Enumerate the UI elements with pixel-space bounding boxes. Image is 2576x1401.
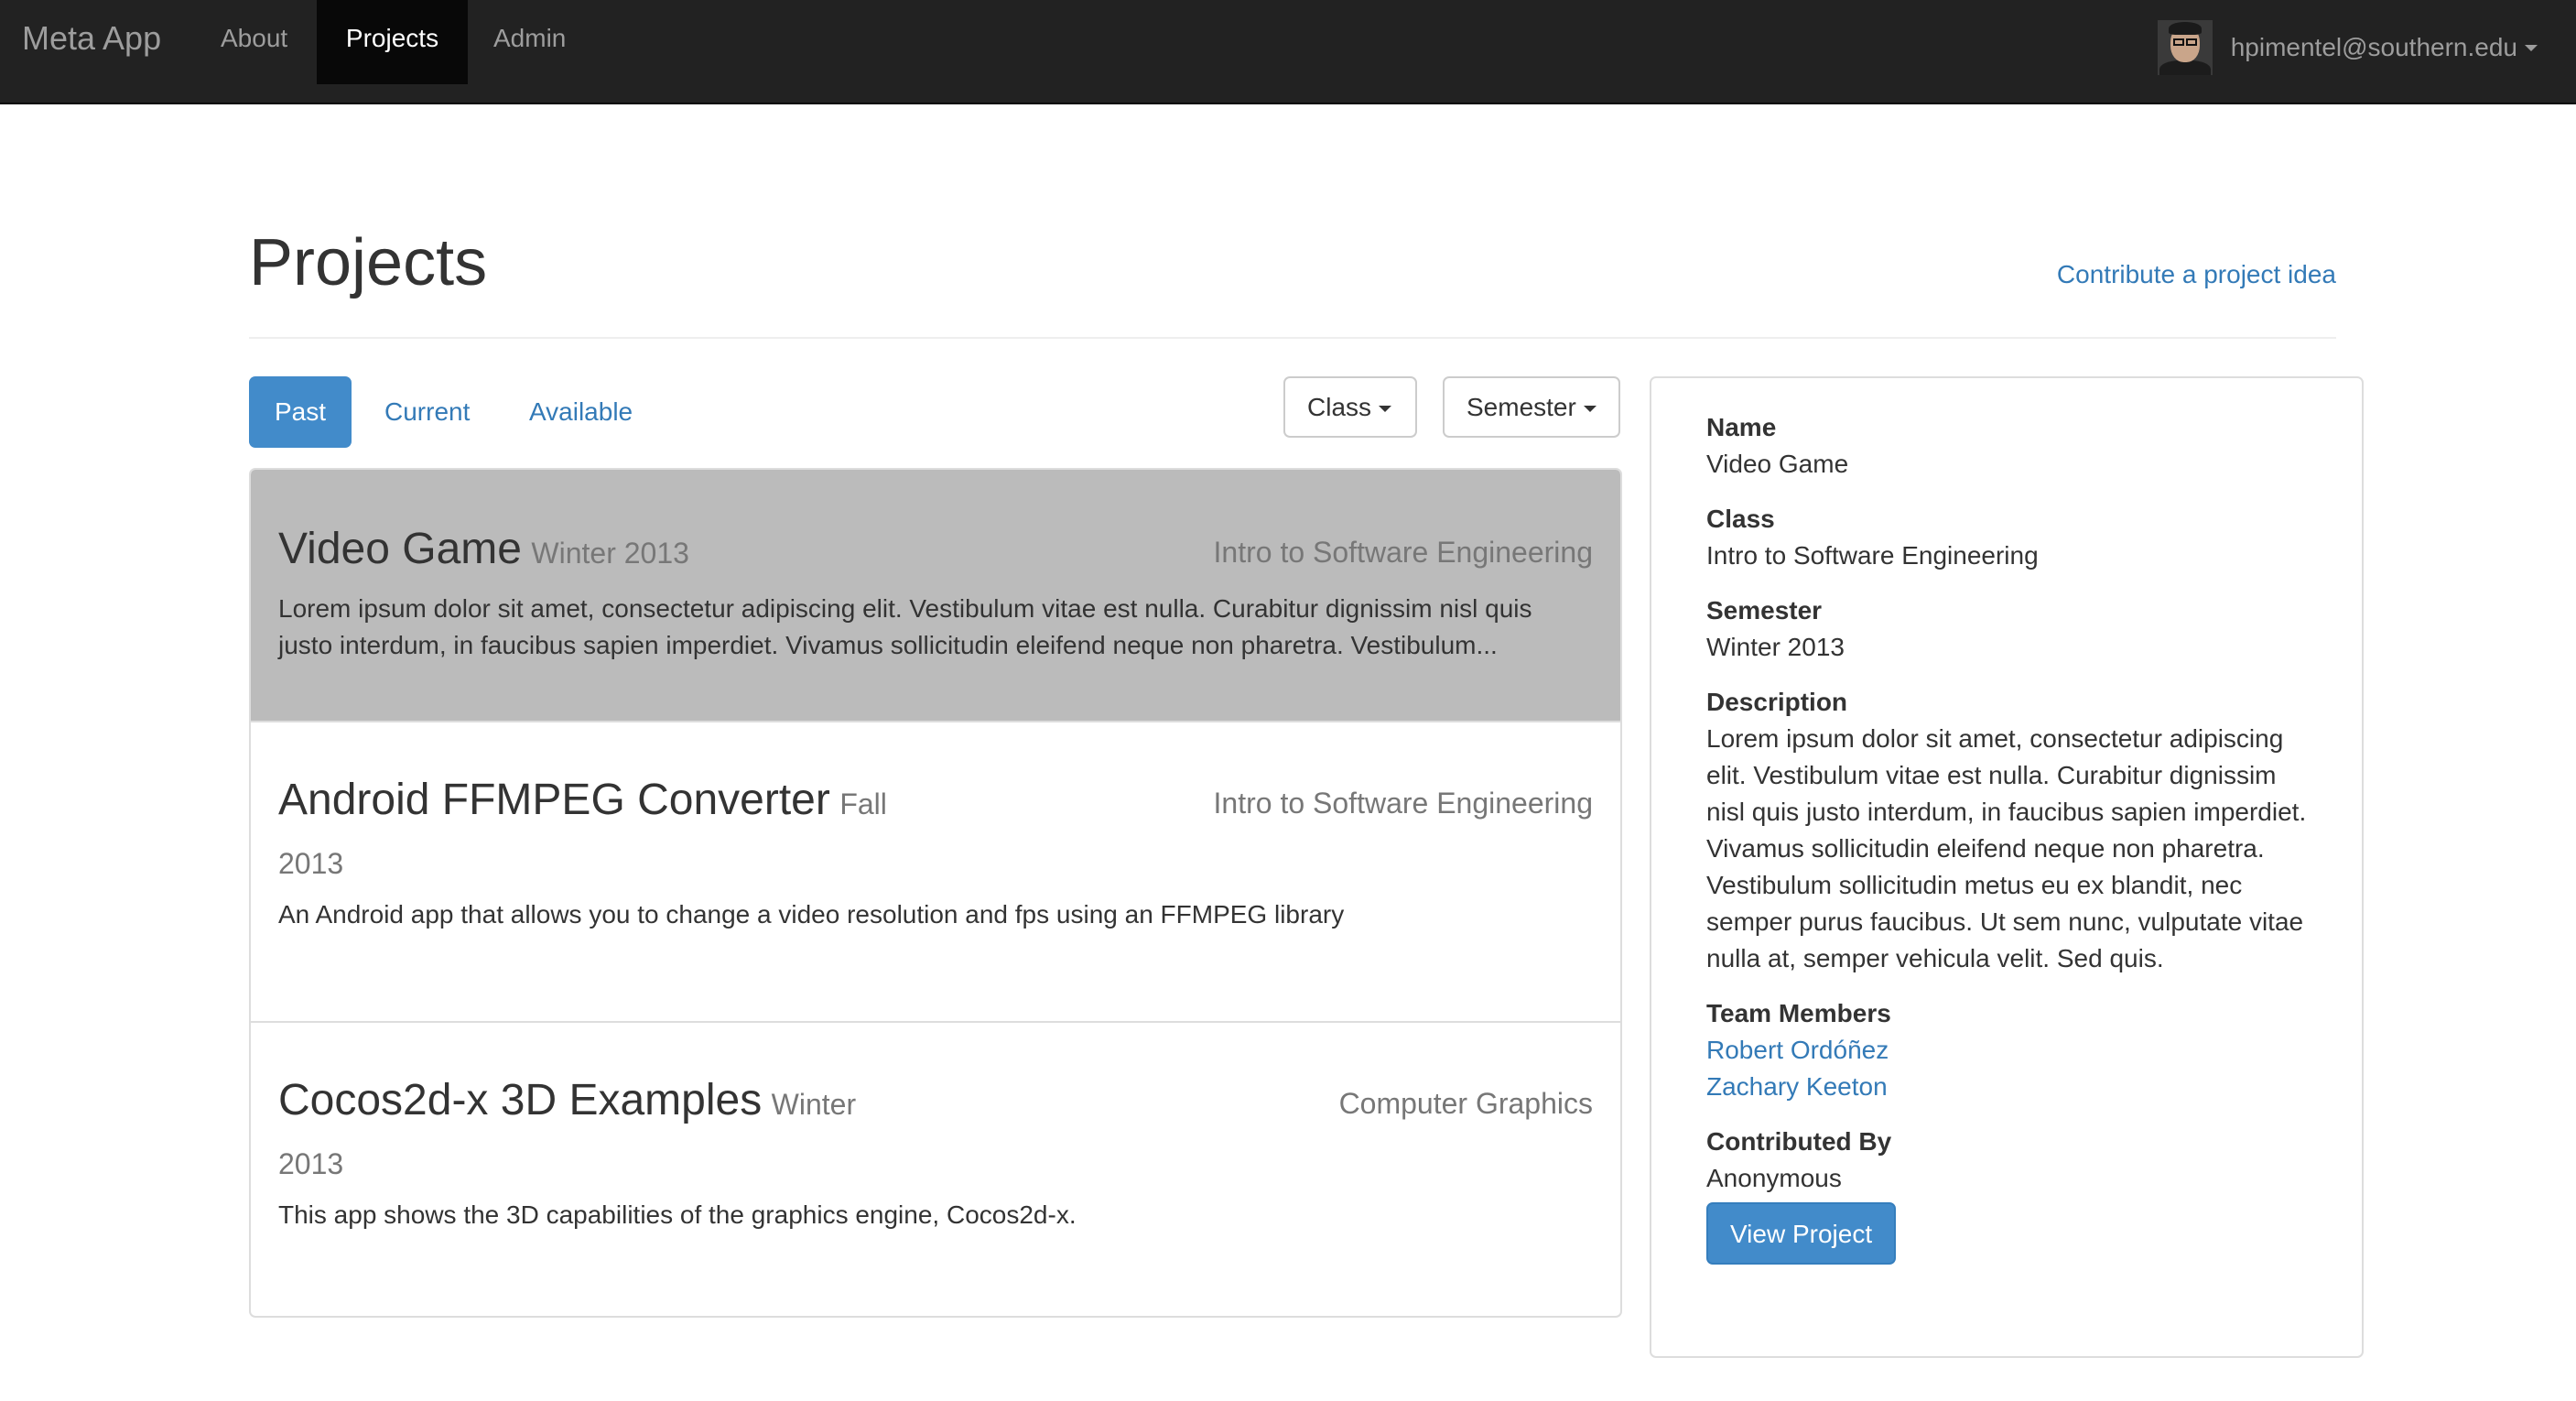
detail-semester-value: Winter 2013 [1706,633,1845,661]
nav-admin[interactable]: Admin [466,0,593,84]
top-navbar: Meta App About Projects Admin hpimentel@… [0,0,2576,104]
detail-description-value: Lorem ipsum dolor sit amet, consectetur … [1706,724,2307,972]
team-members-list: Robert Ordóñez Zachary Keeton [1706,1032,2329,1105]
class-filter-dropdown[interactable]: Class [1283,376,1417,438]
list-item[interactable]: Cocos2d-x 3D Examples Winter 2013 Comput… [251,1021,1620,1316]
class-filter-label: Class [1307,393,1372,421]
list-item[interactable]: Android FFMPEG Converter Fall 2013 Intro… [251,721,1620,1021]
brand-logo[interactable]: Meta App [22,0,161,84]
project-description: An Android app that allows you to change… [278,900,1345,929]
detail-name-label: Name [1706,413,1777,441]
project-class: Computer Graphics [1338,1087,1593,1120]
team-member-link[interactable]: Zachary Keeton [1706,1069,2329,1105]
nav-projects[interactable]: Projects [317,0,468,84]
detail-team-label: Team Members [1706,999,1891,1027]
detail-contributed-label: Contributed By [1706,1127,1892,1156]
project-semester: Winter 2013 [531,537,689,570]
chevron-down-icon [1583,406,1596,413]
tab-current[interactable]: Current [359,376,495,448]
detail-semester-label: Semester [1706,596,1823,624]
project-class: Intro to Software Engineering [1213,787,1593,820]
project-name: Android FFMPEG Converter [278,776,830,824]
detail-class-value: Intro to Software Engineering [1706,541,2039,570]
detail-contributed-value: Anonymous [1706,1164,1842,1192]
page-title: Projects [249,226,488,299]
detail-description-label: Description [1706,688,1848,716]
list-item[interactable]: Video Game Winter 2013 Intro to Software… [251,470,1620,721]
chevron-down-icon [2525,44,2538,51]
contribute-idea-link[interactable]: Contribute a project idea [2057,260,2336,289]
semester-filter-dropdown[interactable]: Semester [1443,376,1620,438]
detail-class-label: Class [1706,505,1775,533]
project-semester-year: 2013 [278,847,344,880]
project-semester: Winter [771,1088,857,1121]
semester-filter-label: Semester [1467,393,1576,421]
user-menu[interactable]: hpimentel@southern.edu [2157,20,2538,75]
project-detail-panel: Name Video Game Class Intro to Software … [1650,376,2364,1358]
nav-about[interactable]: About [193,0,315,84]
user-email: hpimentel@southern.edu [2230,33,2517,61]
project-description: This app shows the 3D capabilities of th… [278,1200,1077,1229]
tab-available[interactable]: Available [503,376,658,448]
team-member-link[interactable]: Robert Ordóñez [1706,1032,2329,1069]
detail-name-value: Video Game [1706,450,1849,478]
project-semester-year: 2013 [278,1147,344,1180]
project-name: Video Game [278,525,522,573]
view-project-button[interactable]: View Project [1706,1202,1897,1265]
avatar [2157,20,2213,75]
tab-past[interactable]: Past [249,376,352,448]
chevron-down-icon [1379,406,1392,413]
project-description: Lorem ipsum dolor sit amet, consectetur … [278,594,1532,659]
header-divider [249,337,2336,339]
project-name: Cocos2d-x 3D Examples [278,1076,763,1124]
project-list: Video Game Winter 2013 Intro to Software… [249,468,1622,1318]
project-semester: Fall [839,787,887,820]
project-class: Intro to Software Engineering [1213,536,1593,569]
